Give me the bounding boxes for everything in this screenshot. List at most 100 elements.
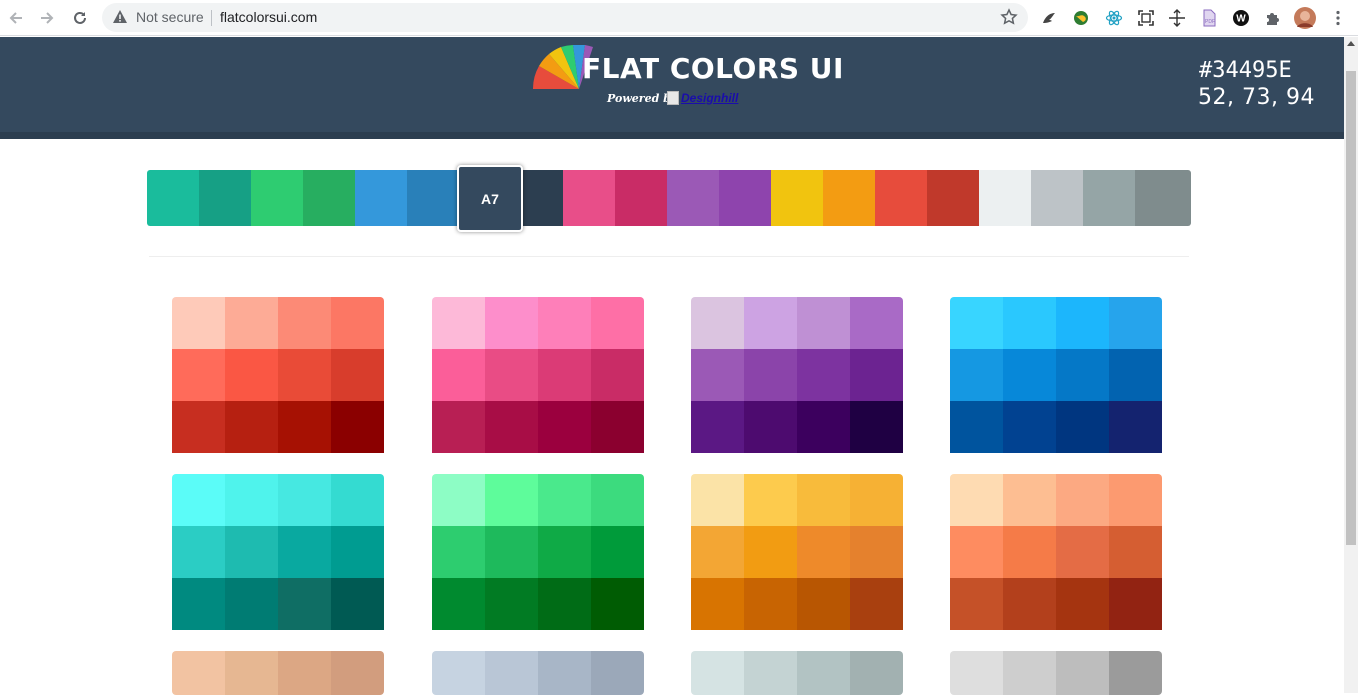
palette-swatch[interactable]: [950, 651, 1003, 695]
palette-swatch[interactable]: [744, 349, 797, 401]
extension-screenshot-icon[interactable]: [1135, 7, 1157, 29]
palette-swatch[interactable]: [1109, 651, 1162, 695]
palette-swatch[interactable]: [850, 526, 903, 578]
palette-swatch[interactable]: [691, 474, 744, 526]
palette-swatch[interactable]: [850, 401, 903, 453]
palette-swatch[interactable]: [1003, 297, 1056, 349]
palette-swatch[interactable]: [432, 401, 485, 453]
palette-swatch[interactable]: [278, 297, 331, 349]
palette-swatch[interactable]: [797, 578, 850, 630]
browser-menu-icon[interactable]: [1327, 7, 1349, 29]
palette-swatch[interactable]: [485, 401, 538, 453]
palette-swatch[interactable]: [225, 297, 278, 349]
reload-button[interactable]: [67, 5, 93, 31]
color-palette-card[interactable]: [432, 297, 644, 457]
palette-swatch[interactable]: [591, 401, 644, 453]
palette-swatch[interactable]: [432, 526, 485, 578]
address-bar[interactable]: Not secure flatcolorsui.com: [102, 3, 1028, 32]
palette-swatch[interactable]: [591, 349, 644, 401]
palette-swatch[interactable]: [850, 578, 903, 630]
palette-swatch[interactable]: [691, 578, 744, 630]
palette-swatch[interactable]: [797, 526, 850, 578]
palette-swatch[interactable]: [591, 526, 644, 578]
palette-swatch[interactable]: [1003, 526, 1056, 578]
palette-swatch[interactable]: [1109, 297, 1162, 349]
palette-swatch[interactable]: [538, 474, 591, 526]
palette-swatch[interactable]: [172, 474, 225, 526]
not-secure-label[interactable]: Not secure: [136, 9, 204, 25]
site-logo-text[interactable]: Flat Colors UI: [582, 52, 844, 85]
strip-swatch[interactable]: [823, 170, 875, 226]
palette-swatch[interactable]: [331, 297, 384, 349]
page-scrollbar[interactable]: [1344, 37, 1358, 693]
palette-swatch[interactable]: [950, 297, 1003, 349]
palette-swatch[interactable]: [950, 401, 1003, 453]
palette-swatch[interactable]: [172, 297, 225, 349]
palette-swatch[interactable]: [1056, 578, 1109, 630]
color-palette-card[interactable]: [691, 297, 903, 457]
extension-w-icon[interactable]: W: [1230, 7, 1252, 29]
palette-swatch[interactable]: [172, 349, 225, 401]
strip-swatch[interactable]: [563, 170, 615, 226]
palette-swatch[interactable]: [225, 401, 278, 453]
extensions-puzzle-icon[interactable]: [1262, 7, 1284, 29]
extension-react-icon[interactable]: [1103, 7, 1125, 29]
strip-swatch[interactable]: A7: [457, 165, 523, 232]
palette-swatch[interactable]: [1056, 651, 1109, 695]
palette-swatch[interactable]: [797, 401, 850, 453]
extension-pdf-icon[interactable]: PDF: [1198, 7, 1220, 29]
palette-swatch[interactable]: [538, 578, 591, 630]
palette-swatch[interactable]: [1003, 578, 1056, 630]
palette-swatch[interactable]: [1056, 526, 1109, 578]
palette-swatch[interactable]: [1003, 401, 1056, 453]
palette-swatch[interactable]: [278, 526, 331, 578]
color-palette-card[interactable]: [172, 297, 384, 457]
scroll-up-arrow-icon[interactable]: [1347, 41, 1355, 46]
palette-swatch[interactable]: [172, 578, 225, 630]
palette-swatch[interactable]: [432, 651, 485, 695]
palette-swatch[interactable]: [225, 526, 278, 578]
palette-swatch[interactable]: [331, 474, 384, 526]
palette-swatch[interactable]: [1056, 474, 1109, 526]
palette-swatch[interactable]: [850, 474, 903, 526]
palette-swatch[interactable]: [1109, 349, 1162, 401]
palette-swatch[interactable]: [485, 651, 538, 695]
url-text[interactable]: flatcolorsui.com: [220, 9, 317, 25]
color-palette-card[interactable]: [950, 474, 1162, 634]
palette-swatch[interactable]: [331, 651, 384, 695]
color-palette-card[interactable]: [432, 474, 644, 634]
strip-swatch[interactable]: [875, 170, 927, 226]
palette-swatch[interactable]: [950, 578, 1003, 630]
strip-swatch[interactable]: [927, 170, 979, 226]
palette-swatch[interactable]: [950, 474, 1003, 526]
palette-swatch[interactable]: [432, 474, 485, 526]
strip-swatch[interactable]: [979, 170, 1031, 226]
palette-swatch[interactable]: [744, 401, 797, 453]
palette-swatch[interactable]: [691, 526, 744, 578]
palette-swatch[interactable]: [1003, 474, 1056, 526]
palette-swatch[interactable]: [691, 297, 744, 349]
palette-swatch[interactable]: [1003, 651, 1056, 695]
extension-bird-icon[interactable]: [1038, 7, 1060, 29]
palette-swatch[interactable]: [591, 297, 644, 349]
strip-swatch[interactable]: [355, 170, 407, 226]
palette-swatch[interactable]: [485, 578, 538, 630]
palette-swatch[interactable]: [172, 401, 225, 453]
palette-swatch[interactable]: [538, 526, 591, 578]
palette-swatch[interactable]: [1056, 297, 1109, 349]
palette-swatch[interactable]: [1056, 401, 1109, 453]
palette-swatch[interactable]: [331, 526, 384, 578]
strip-swatch[interactable]: [1031, 170, 1083, 226]
color-palette-card[interactable]: [172, 651, 384, 695]
palette-swatch[interactable]: [538, 349, 591, 401]
palette-swatch[interactable]: [1056, 349, 1109, 401]
palette-swatch[interactable]: [1109, 401, 1162, 453]
palette-swatch[interactable]: [1109, 526, 1162, 578]
color-palette-card[interactable]: [691, 651, 903, 695]
strip-swatch[interactable]: [771, 170, 823, 226]
palette-swatch[interactable]: [331, 578, 384, 630]
palette-swatch[interactable]: [744, 474, 797, 526]
palette-swatch[interactable]: [538, 297, 591, 349]
bookmark-star-icon[interactable]: [1000, 8, 1018, 26]
color-palette-card[interactable]: [950, 651, 1162, 695]
